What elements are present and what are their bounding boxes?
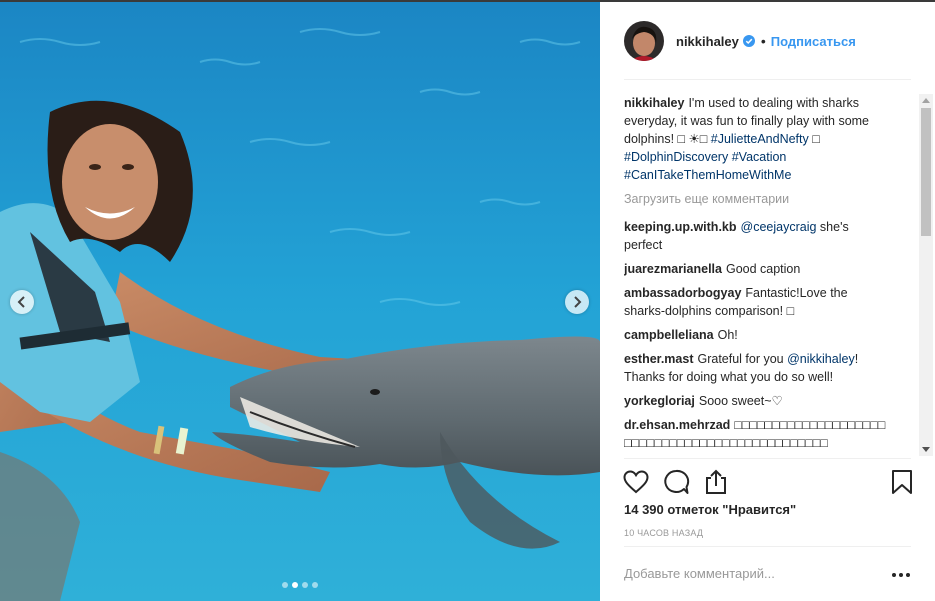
comment-username[interactable]: juarezmarianella xyxy=(624,262,722,276)
comment-username[interactable]: esther.mast xyxy=(624,352,693,366)
comment-text: Oh! xyxy=(717,328,738,342)
scroll-down-arrow-icon[interactable] xyxy=(922,447,930,452)
follow-button[interactable]: Подписаться xyxy=(771,34,856,49)
comment-text: Sooo sweet~♡ xyxy=(698,394,783,408)
mention-link[interactable]: @nikkihaley xyxy=(787,352,855,366)
comment-text: Grateful for you xyxy=(697,352,788,366)
comments-scrollbar[interactable] xyxy=(919,94,933,456)
avatar-image xyxy=(624,21,664,61)
post-photo[interactable] xyxy=(0,2,600,601)
comment-username[interactable]: campbelleliana xyxy=(624,328,714,342)
comment-username[interactable]: keeping.up.with.kb xyxy=(624,220,737,234)
comment-text: Good caption xyxy=(725,262,801,276)
hashtag-link[interactable]: #CanITakeThemHomeWithMe xyxy=(624,168,791,182)
header-username[interactable]: nikkihaley xyxy=(676,34,739,49)
comment-username[interactable]: dr.ehsan.mehrzad xyxy=(624,418,730,432)
carousel-dots xyxy=(282,582,318,588)
comment: juarezmarianella Good caption xyxy=(624,260,888,278)
scroll-up-arrow-icon[interactable] xyxy=(922,98,930,103)
share-button[interactable] xyxy=(702,468,730,496)
post-header: nikkihaley • Подписаться xyxy=(624,20,856,62)
add-comment-input[interactable] xyxy=(624,566,874,581)
comment: ambassadorbogyay Fantastic!Love the shark… xyxy=(624,284,888,320)
bookmark-icon xyxy=(892,470,912,494)
post-timestamp: 10 ЧАСОВ НАЗАД xyxy=(624,528,704,538)
header-divider xyxy=(624,79,911,80)
dolphin-photo-illustration xyxy=(0,2,600,601)
verified-badge-icon xyxy=(742,35,755,47)
comment: dr.ehsan.mehrzad □□□□□□□□□□□□□□□□□□□□□□□□… xyxy=(624,416,888,452)
caption-username[interactable]: nikkihaley xyxy=(624,96,684,110)
comments-list: nikkihaley I'm used to dealing with shark… xyxy=(624,94,888,456)
carousel-dot xyxy=(302,582,308,588)
carousel-next-button[interactable] xyxy=(565,290,589,314)
comment: esther.mast Grateful for you @nikkihaley!… xyxy=(624,350,888,386)
hashtag-link[interactable]: #Vacation xyxy=(732,150,787,164)
comment-button[interactable] xyxy=(662,468,690,496)
comment-input-divider xyxy=(624,546,911,547)
more-options-icon xyxy=(892,573,910,577)
load-more-comments-button[interactable]: Загрузить еще комментарии xyxy=(624,190,888,208)
action-bar xyxy=(622,468,914,498)
caption: nikkihaley I'm used to dealing with shark… xyxy=(624,94,888,184)
carousel-prev-button[interactable] xyxy=(10,290,34,314)
mention-link[interactable]: @ceejaycraig xyxy=(741,220,817,234)
like-button[interactable] xyxy=(622,468,650,496)
chevron-left-icon xyxy=(17,296,25,308)
post-sidebar: nikkihaley • Подписаться nikkihaley I'm u… xyxy=(600,2,935,601)
carousel-dot xyxy=(282,582,288,588)
caption-emoji: □ xyxy=(812,132,820,146)
actions-divider xyxy=(624,458,911,459)
hashtag-link[interactable]: #DolphinDiscovery xyxy=(624,150,728,164)
chevron-right-icon xyxy=(574,296,582,308)
comment-icon xyxy=(664,469,690,494)
likes-count[interactable]: 14 390 отметок "Нравится" xyxy=(624,502,796,517)
comment: yorkegloriaj Sooo sweet~♡ xyxy=(624,392,888,410)
comment-username[interactable]: yorkegloriaj xyxy=(624,394,695,408)
hashtag-link[interactable]: #JulietteAndNefty xyxy=(711,132,809,146)
heart-icon xyxy=(623,470,649,494)
comment-username[interactable]: ambassadorbogyay xyxy=(624,286,741,300)
save-button[interactable] xyxy=(888,468,916,496)
scrollbar-thumb[interactable] xyxy=(921,108,931,236)
carousel-dot-active xyxy=(292,582,298,588)
carousel-dot xyxy=(312,582,318,588)
more-options-button[interactable] xyxy=(890,568,912,582)
avatar[interactable] xyxy=(624,21,664,61)
comment: campbelleliana Oh! xyxy=(624,326,888,344)
caption-emoji: □ ☀□ xyxy=(677,132,708,146)
comment: keeping.up.with.kb @ceejaycraig she's per… xyxy=(624,218,888,254)
share-icon xyxy=(706,469,726,494)
header-separator: • xyxy=(760,33,766,49)
